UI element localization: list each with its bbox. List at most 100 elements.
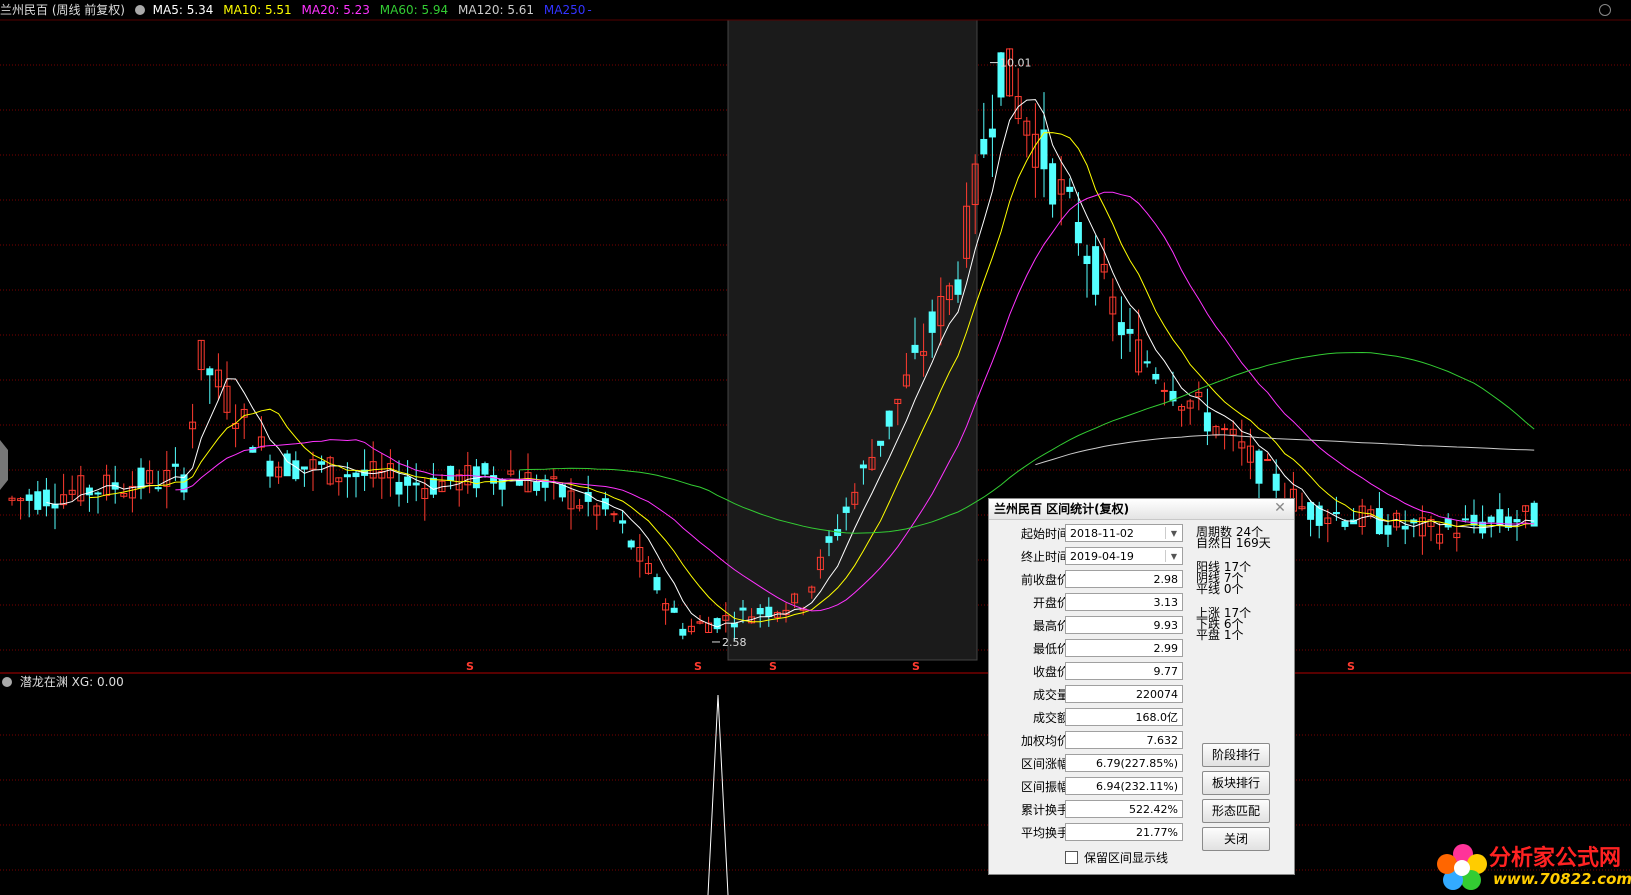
candle-body	[94, 492, 102, 495]
candle-body	[859, 464, 867, 469]
candle-body	[85, 487, 93, 496]
row-label: 平均换手	[1020, 826, 1069, 840]
signal-mark: S	[466, 660, 474, 673]
candle-body	[1401, 525, 1409, 530]
row-value: 2.98	[1153, 573, 1179, 586]
candle-body	[395, 481, 403, 495]
ma120-label: MA120: 5.61	[458, 3, 535, 17]
candle-body	[730, 623, 738, 628]
candle-body	[343, 474, 351, 478]
candle-body	[352, 472, 360, 478]
value-field: 3.13	[1065, 593, 1183, 611]
candle-body	[300, 466, 308, 470]
candle-body	[877, 440, 885, 446]
candle-body	[610, 513, 618, 516]
period-stat: 平线 0个	[1196, 582, 1244, 596]
candle-body	[1083, 255, 1091, 265]
restore-icon[interactable]	[1599, 4, 1611, 16]
value-field: 21.77%	[1065, 823, 1183, 841]
indicator-gear-icon[interactable]	[2, 677, 12, 687]
candle-body	[1092, 246, 1100, 295]
value-field: 6.79(227.85%)	[1065, 754, 1183, 772]
watermark-url: www.70822.com	[1493, 870, 1631, 888]
candle-body	[171, 463, 179, 467]
value-field: 9.93	[1065, 616, 1183, 634]
stock-title: 兰州民百 (周线 前复权)	[0, 3, 125, 17]
signal-mark: S	[694, 660, 702, 673]
chart-header: 兰州民百 (周线 前复权) MA5: 5.34 MA10: 5.51 MA20:…	[0, 0, 1631, 20]
row-label: 加权均价	[1020, 734, 1069, 748]
dialog-title: 兰州民百 区间统计(复权)	[989, 499, 1294, 520]
candle-body	[1126, 328, 1134, 334]
ma20-label: MA20: 5.23	[301, 3, 370, 17]
candle-body	[619, 520, 627, 524]
row-value: 168.0亿	[1135, 711, 1179, 724]
watermark: 分析家公式网 www.70822.com	[1433, 836, 1631, 895]
date-select[interactable]: 2018-11-02 ▼	[1065, 524, 1183, 542]
close-button[interactable]: 关闭	[1202, 827, 1270, 851]
ma10-label: MA10: 5.51	[223, 3, 292, 17]
candle-body	[670, 607, 678, 613]
stat-row: 加权均价 7.632	[989, 731, 1189, 751]
header-gear-icon[interactable]	[134, 5, 145, 15]
value-field: 7.632	[1065, 731, 1183, 749]
row-value: 220074	[1136, 688, 1178, 701]
candle-body	[1143, 361, 1151, 364]
stat-row: 区间振幅 6.94(232.11%)	[989, 777, 1189, 797]
stat-row: 区间涨幅 6.79(227.85%)	[989, 754, 1189, 774]
value-field: 168.0亿	[1065, 708, 1183, 726]
value-field: 6.94(232.11%)	[1065, 777, 1183, 795]
stat-row: 最低价 2.99	[989, 639, 1189, 659]
checkbox-box[interactable]	[1065, 851, 1078, 864]
ma250-label: MA250	[543, 3, 586, 17]
value-field: 220074	[1065, 685, 1183, 703]
left-scroll-handle	[0, 440, 8, 490]
pattern-match-button[interactable]: 形态匹配	[1202, 799, 1270, 823]
candle-body	[34, 491, 42, 510]
dropdown-arrow-icon[interactable]: ▼	[1171, 548, 1177, 565]
stat-row: 成交量 220074	[989, 685, 1189, 705]
flower-logo-icon	[1437, 844, 1487, 890]
candle-body	[1444, 518, 1452, 528]
candle-body	[1384, 525, 1392, 535]
candle-body	[1074, 222, 1082, 244]
row-label: 最高价	[1032, 619, 1069, 633]
stage-rank-button[interactable]: 阶段排行	[1202, 743, 1270, 767]
candle-body	[627, 540, 635, 548]
candle-body	[1470, 514, 1478, 526]
checkbox-label: 保留区间显示线	[1084, 851, 1169, 865]
candle-body	[653, 577, 661, 591]
close-icon[interactable]: ✕	[1272, 500, 1288, 516]
row-label: 起始时间	[1020, 527, 1069, 541]
row-label: 成交量	[1032, 688, 1069, 702]
kline-chart[interactable]: 10.01 2.58 S S S S S	[0, 0, 1631, 895]
dropdown-arrow-icon[interactable]: ▼	[1171, 525, 1177, 542]
candle-body	[1160, 389, 1168, 392]
candle-body	[1272, 473, 1280, 491]
candle-body	[412, 482, 420, 486]
stat-row: 成交额 168.0亿	[989, 708, 1189, 728]
row-value: 2019-04-19	[1070, 550, 1134, 563]
candle-body	[885, 410, 893, 427]
date-select[interactable]: 2019-04-19 ▼	[1065, 547, 1183, 565]
stat-row: 平均换手 21.77%	[989, 823, 1189, 843]
candle-body	[739, 607, 747, 611]
candle-body	[679, 628, 687, 636]
keep-lines-checkbox[interactable]: 保留区间显示线	[1065, 849, 1168, 866]
ma120-line	[1035, 434, 1535, 466]
row-value: 6.79(227.85%)	[1095, 757, 1178, 770]
candle-body	[1203, 412, 1211, 432]
candle-body	[928, 311, 936, 333]
candle-body	[1496, 509, 1504, 525]
row-label: 终止时间	[1020, 550, 1069, 564]
candle-body	[842, 506, 850, 513]
sector-rank-button[interactable]: 板块排行	[1202, 771, 1270, 795]
low-label: 2.58	[722, 636, 747, 649]
candle-body	[988, 128, 996, 138]
candle-body	[1049, 163, 1057, 205]
candle-body	[1513, 519, 1521, 523]
row-value: 3.13	[1153, 596, 1179, 609]
row-value: 9.93	[1153, 619, 1179, 632]
row-label: 最低价	[1032, 642, 1069, 656]
row-label: 区间涨幅	[1020, 757, 1069, 771]
